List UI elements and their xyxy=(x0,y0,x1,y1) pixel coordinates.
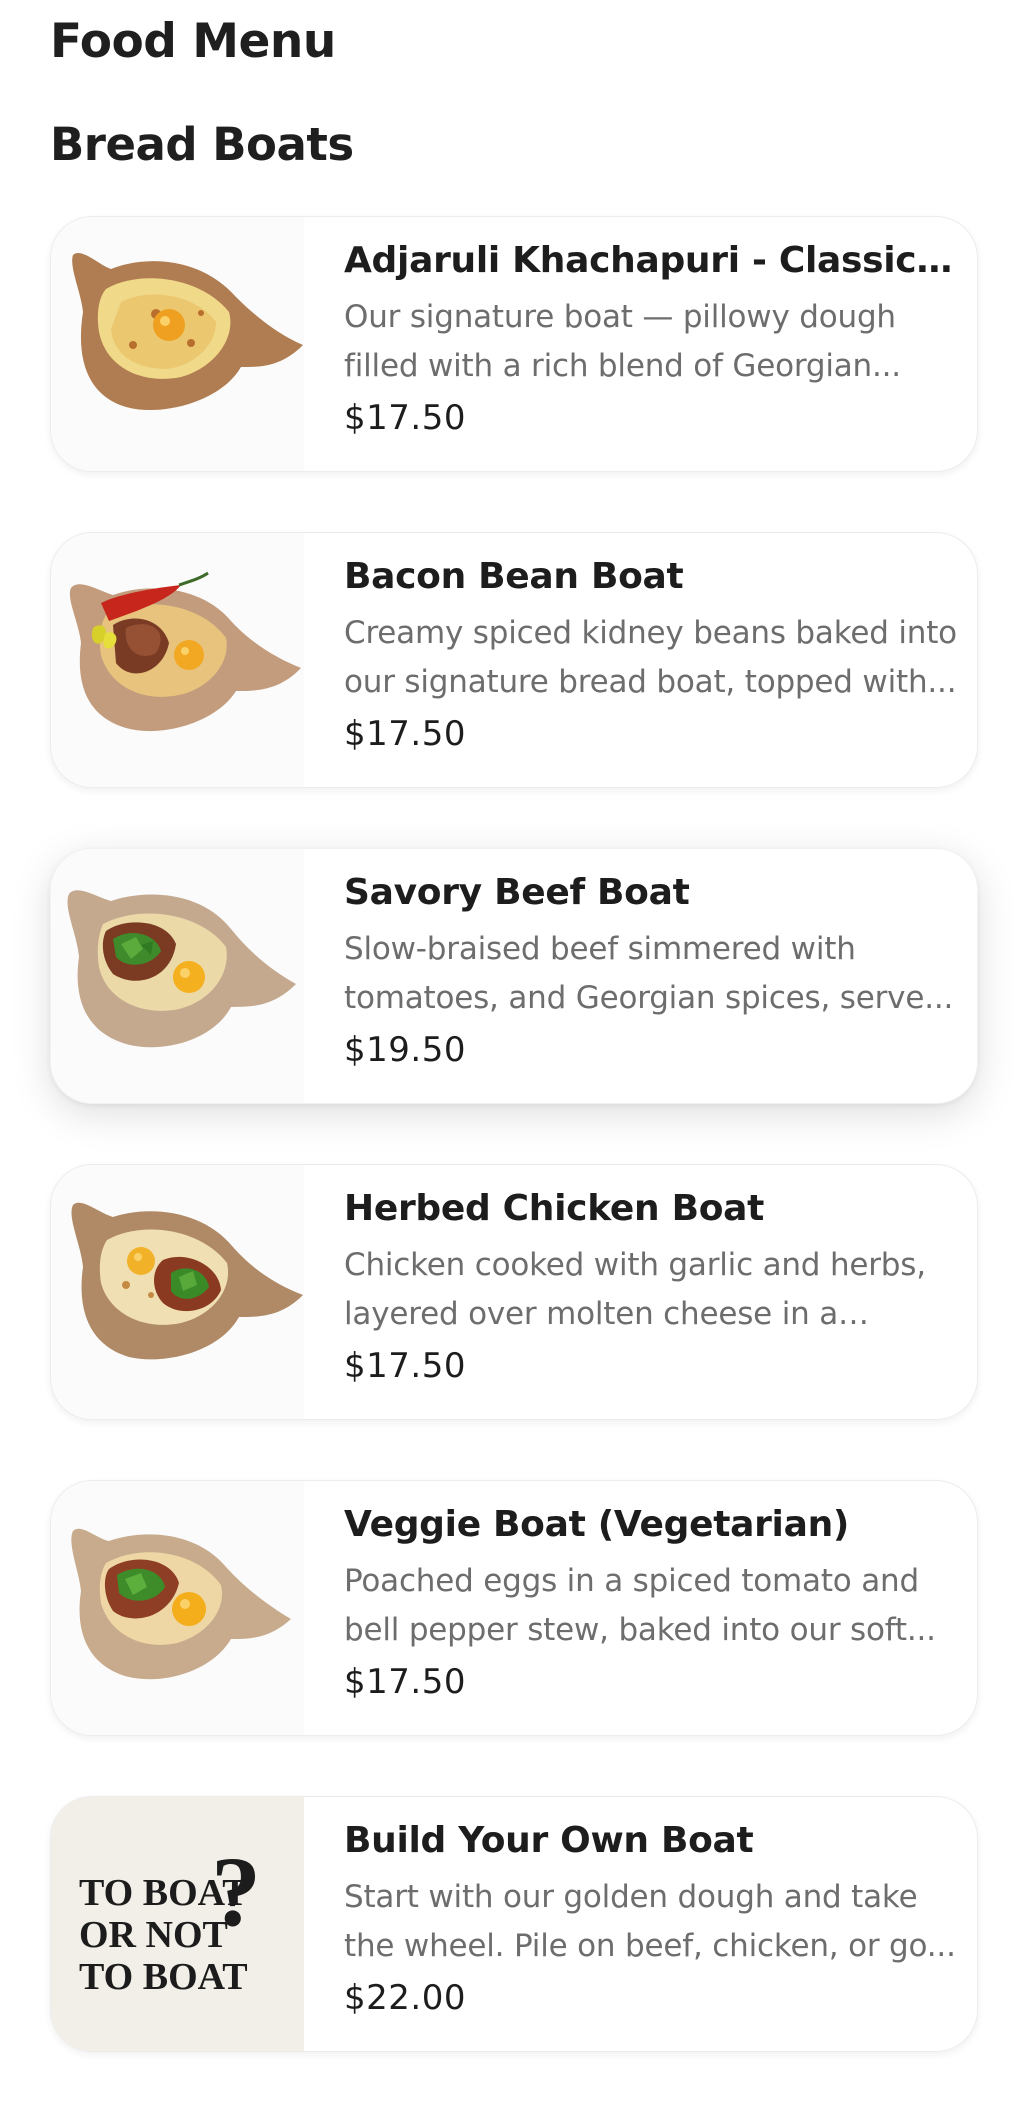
item-description: Start with our golden dough and take the… xyxy=(344,1879,956,1964)
bacon-bean-boat-image xyxy=(51,533,304,787)
item-price: $17.50 xyxy=(344,714,466,754)
item-info: Veggie Boat (Vegetarian) Poached eggs in… xyxy=(344,1501,964,1705)
menu-item-card[interactable]: Bacon Bean Boat Creamy spiced kidney bea… xyxy=(50,532,978,788)
item-info: Bacon Bean Boat Creamy spiced kidney bea… xyxy=(344,553,964,757)
poster-line-3: TO BOAT xyxy=(79,1956,248,1998)
item-description: Chicken cooked with garlic and herbs, la… xyxy=(344,1247,926,1332)
item-price: $17.50 xyxy=(344,1346,466,1386)
item-name: Adjaruli Khachapuri - Classic ... xyxy=(344,240,964,281)
menu-item-card[interactable]: TO BOAT OR NOT TO BOAT ? Build Your Own … xyxy=(50,1796,978,2052)
herbed-chicken-boat-image xyxy=(51,1165,304,1419)
item-name: Savory Beef Boat xyxy=(344,872,690,913)
item-info: Herbed Chicken Boat Chicken cooked with … xyxy=(344,1185,964,1389)
menu-item-card[interactable]: Adjaruli Khachapuri - Classic ... Our si… xyxy=(50,216,978,472)
veggie-boat-image xyxy=(51,1481,304,1735)
savory-beef-boat-image xyxy=(51,849,304,1103)
item-description: Our signature boat — pillowy dough fille… xyxy=(344,299,901,384)
menu-list: Adjaruli Khachapuri - Classic ... Our si… xyxy=(50,216,978,2112)
item-info: Savory Beef Boat Slow-braised beef simme… xyxy=(344,869,964,1073)
item-description: Poached eggs in a spiced tomato and bell… xyxy=(344,1563,936,1648)
item-info: Build Your Own Boat Start with our golde… xyxy=(344,1817,964,2021)
menu-item-card[interactable]: Herbed Chicken Boat Chicken cooked with … xyxy=(50,1164,978,1420)
item-name: Build Your Own Boat xyxy=(344,1820,754,1861)
classic-khachapuri-image xyxy=(51,217,304,471)
item-name: Bacon Bean Boat xyxy=(344,556,684,597)
item-price: $17.50 xyxy=(344,1662,466,1702)
poster-line-2: OR NOT xyxy=(79,1914,228,1956)
menu-item-card[interactable]: Savory Beef Boat Slow-braised beef simme… xyxy=(50,848,978,1104)
poster-question-mark: ? xyxy=(211,1836,261,1947)
menu-item-card[interactable]: Veggie Boat (Vegetarian) Poached eggs in… xyxy=(50,1480,978,1736)
item-price: $17.50 xyxy=(344,398,466,438)
to-boat-poster-image: TO BOAT OR NOT TO BOAT ? xyxy=(51,1797,304,2051)
item-name: Veggie Boat (Vegetarian) xyxy=(344,1504,850,1545)
item-description: Creamy spiced kidney beans baked into ou… xyxy=(344,615,957,700)
item-name: Herbed Chicken Boat xyxy=(344,1188,765,1229)
item-description: Slow-braised beef simmered with tomatoes… xyxy=(344,931,954,1016)
section-title: Bread Boats xyxy=(50,118,354,171)
page-title: Food Menu xyxy=(50,14,336,69)
item-info: Adjaruli Khachapuri - Classic ... Our si… xyxy=(344,237,964,441)
item-price: $19.50 xyxy=(344,1030,466,1070)
item-price: $22.00 xyxy=(344,1978,466,2018)
